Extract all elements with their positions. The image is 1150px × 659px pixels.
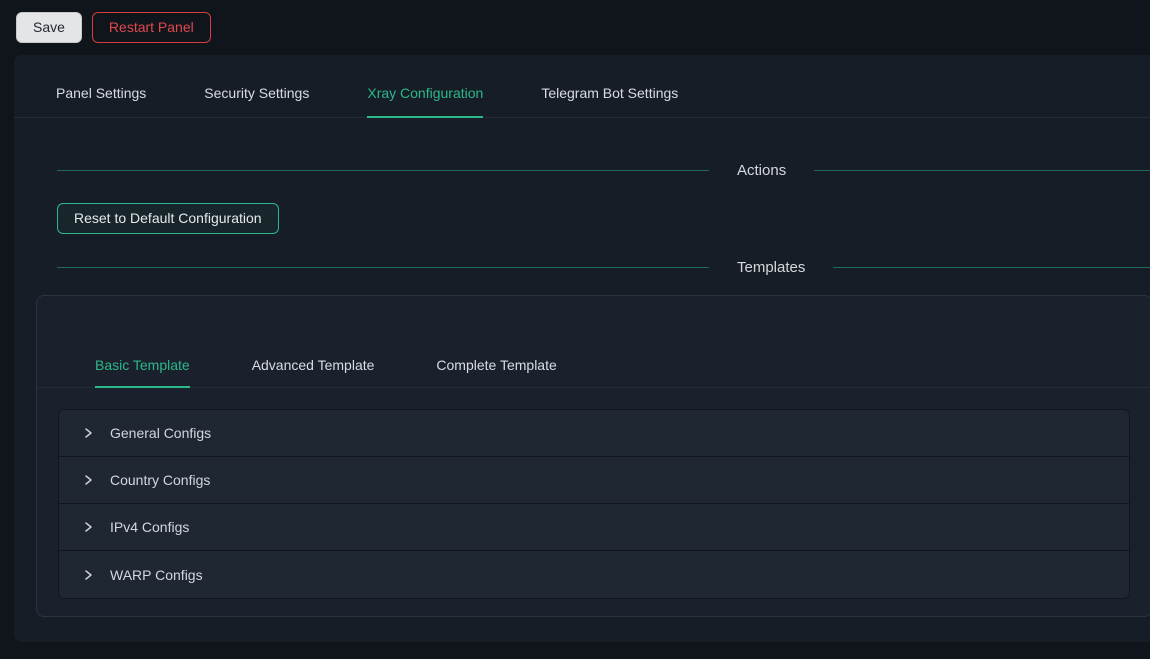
settings-panel: Panel Settings Security Settings Xray Co… [14, 55, 1150, 642]
collapse-label: Country Configs [110, 472, 210, 488]
tab-advanced-template[interactable]: Advanced Template [252, 357, 375, 387]
collapse-header-ipv4-configs[interactable]: IPv4 Configs [59, 504, 1129, 551]
divider-line [57, 170, 709, 171]
templates-card: Basic Template Advanced Template Complet… [36, 295, 1150, 617]
tab-complete-template[interactable]: Complete Template [436, 357, 556, 387]
divider-line [814, 170, 1150, 171]
tab-telegram-bot-settings[interactable]: Telegram Bot Settings [541, 85, 678, 117]
chevron-right-icon [82, 521, 94, 533]
tab-basic-template[interactable]: Basic Template [95, 357, 190, 388]
restart-panel-button[interactable]: Restart Panel [92, 12, 211, 43]
chevron-right-icon [82, 569, 94, 581]
actions-divider: Actions [57, 160, 1150, 180]
divider-line [57, 267, 709, 268]
chevron-right-icon [82, 427, 94, 439]
collapse-header-country-configs[interactable]: Country Configs [59, 457, 1129, 504]
collapse-label: General Configs [110, 425, 211, 441]
templates-divider-label: Templates [709, 259, 833, 276]
collapse-header-warp-configs[interactable]: WARP Configs [59, 551, 1129, 598]
tab-xray-configuration[interactable]: Xray Configuration [367, 85, 483, 118]
templates-divider: Templates [57, 257, 1150, 277]
collapse-header-general-configs[interactable]: General Configs [59, 410, 1129, 457]
tab-security-settings[interactable]: Security Settings [204, 85, 309, 117]
topbar: Save Restart Panel [0, 0, 1150, 55]
chevron-right-icon [82, 474, 94, 486]
save-button[interactable]: Save [16, 12, 82, 43]
tab-panel-settings[interactable]: Panel Settings [56, 85, 146, 117]
template-tab-bar: Basic Template Advanced Template Complet… [37, 296, 1150, 388]
config-collapse-list: General Configs Country Configs IPv4 Con… [58, 409, 1130, 599]
divider-line [833, 267, 1150, 268]
collapse-label: IPv4 Configs [110, 519, 189, 535]
settings-tab-bar: Panel Settings Security Settings Xray Co… [14, 55, 1150, 118]
reset-default-configuration-button[interactable]: Reset to Default Configuration [57, 203, 279, 234]
collapse-label: WARP Configs [110, 567, 203, 583]
actions-divider-label: Actions [709, 162, 814, 179]
